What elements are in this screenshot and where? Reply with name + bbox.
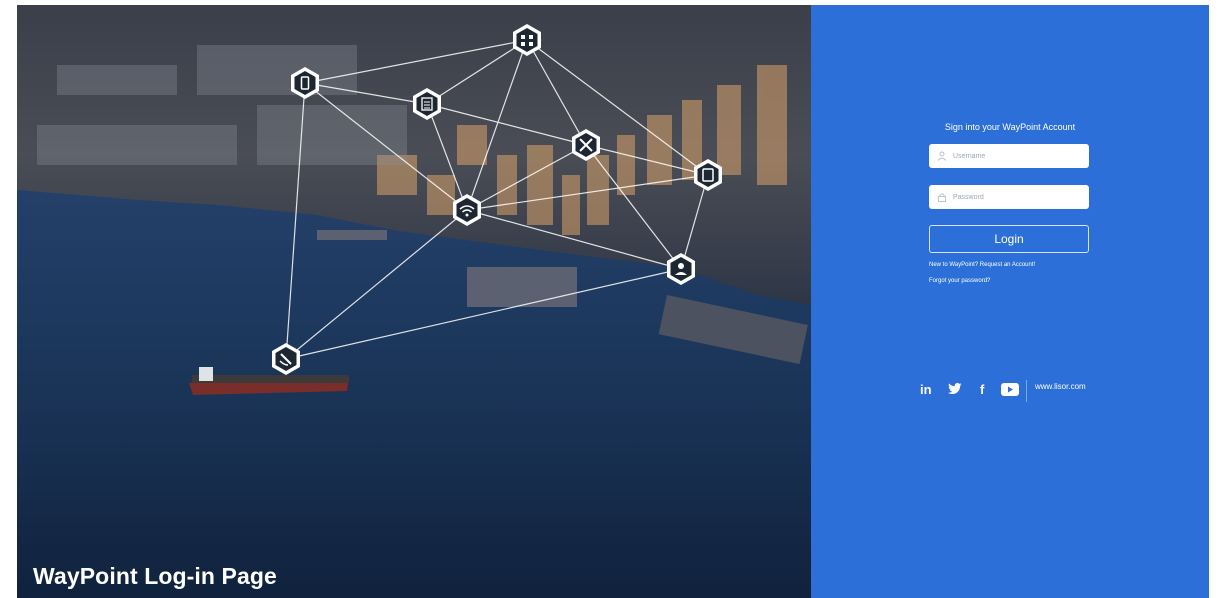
lock-icon (938, 193, 946, 202)
hero-illustration (17, 5, 811, 598)
social-links: in f www.lisor.com (811, 379, 1209, 402)
username-input[interactable] (953, 144, 1081, 168)
linkedin-icon[interactable]: in (920, 382, 932, 397)
password-field[interactable] (929, 185, 1089, 209)
facebook-icon[interactable]: f (980, 382, 984, 397)
forgot-password-link[interactable]: Forgot your password? (929, 278, 990, 284)
request-account-link[interactable]: New to WayPoint? Request an Account! (929, 262, 1035, 268)
hero-image: WayPoint Log-in Page (17, 5, 811, 598)
login-panel: Sign into your WayPoint Account Login Ne… (811, 5, 1209, 598)
username-field[interactable] (929, 144, 1089, 168)
youtube-icon[interactable] (1001, 383, 1019, 396)
login-button[interactable]: Login (929, 225, 1089, 253)
twitter-icon[interactable] (948, 383, 962, 395)
signin-heading: Sign into your WayPoint Account (944, 122, 1076, 132)
user-icon (937, 151, 947, 161)
pier (467, 267, 577, 307)
website-link[interactable]: www.lisor.com (1035, 382, 1086, 391)
password-input[interactable] (953, 185, 1081, 209)
divider (1026, 380, 1027, 402)
page-title: WayPoint Log-in Page (33, 563, 277, 589)
